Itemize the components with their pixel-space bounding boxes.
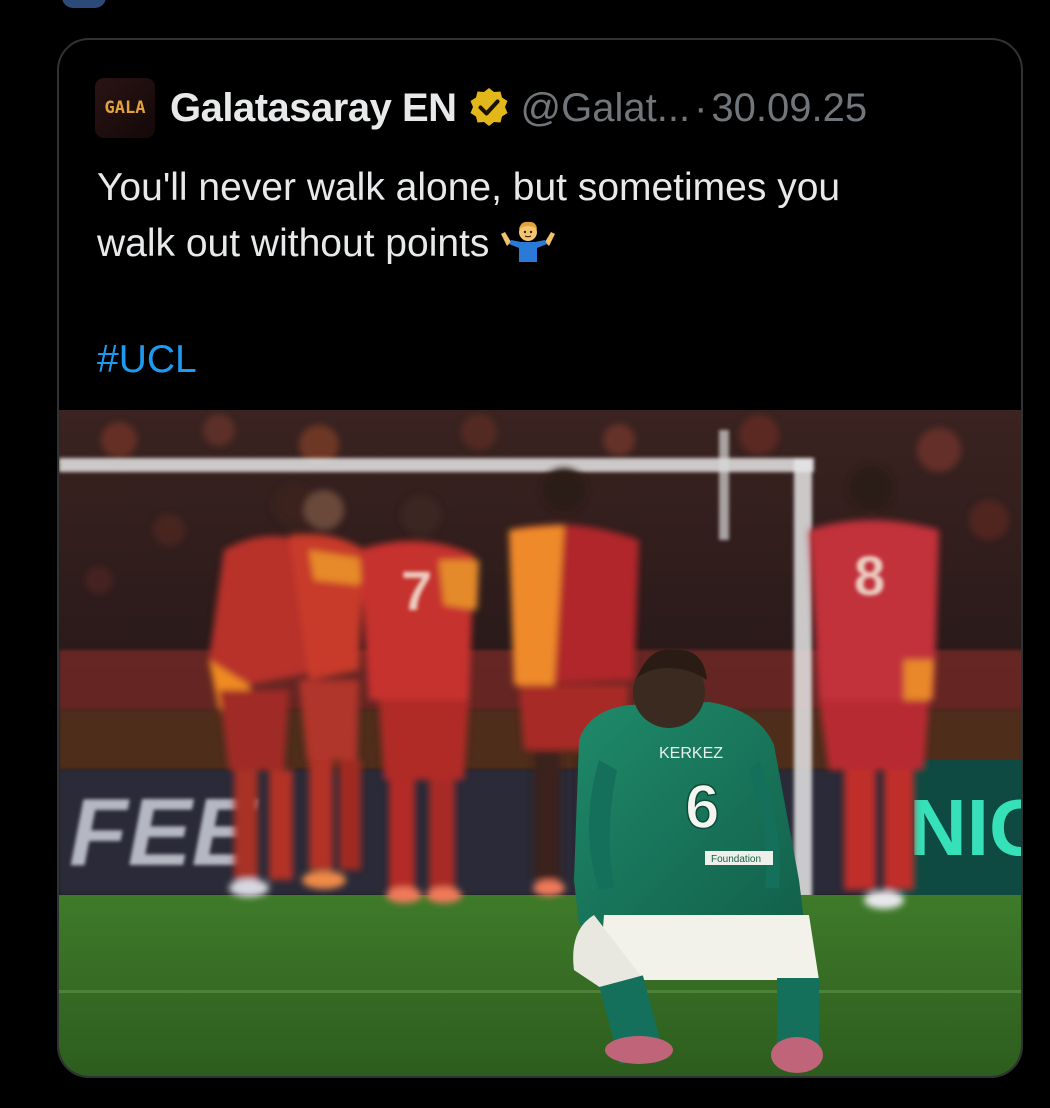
tweet-text-line-2: walk out without points: [97, 216, 997, 272]
author-handle[interactable]: @Galat...: [521, 86, 691, 131]
tweet-text-line-1: You'll never walk alone, but sometimes y…: [97, 166, 841, 209]
tweet-text: You'll never walk alone, but sometimes y…: [97, 160, 997, 272]
hashtag-link[interactable]: #UCL: [97, 332, 197, 388]
board-text-left: FEE: [69, 779, 259, 886]
sleeve-text: Foundation: [711, 854, 761, 865]
shirt-name: KERKEZ: [659, 745, 723, 762]
jersey-number-7: 7: [401, 559, 432, 622]
author-name[interactable]: Galatasaray EN: [170, 86, 457, 131]
football-match-photo: FEE NIG: [59, 410, 1023, 1076]
previous-post-fragment: [62, 0, 106, 8]
tweet-media-photo[interactable]: FEE NIG: [59, 410, 1023, 1076]
board-text-right: NIG: [909, 783, 1023, 872]
avatar-logo-text: GALA: [104, 98, 146, 118]
tweet-date[interactable]: 30.09.25: [711, 86, 867, 131]
tweet-header: GALA Galatasaray EN @Galat... · 30.09.25: [95, 77, 867, 139]
shirt-number-6: 6: [685, 773, 719, 842]
verified-badge-icon: [470, 88, 508, 126]
avatar[interactable]: GALA: [95, 78, 155, 138]
jersey-number-8: 8: [854, 544, 885, 607]
quoted-tweet-card[interactable]: GALA Galatasaray EN @Galat... · 30.09.25…: [57, 38, 1023, 1078]
man-shrugging-emoji-icon: [501, 221, 556, 262]
separator-dot: ·: [694, 85, 708, 130]
tweet-text-line-2-content: walk out without points: [97, 222, 490, 265]
